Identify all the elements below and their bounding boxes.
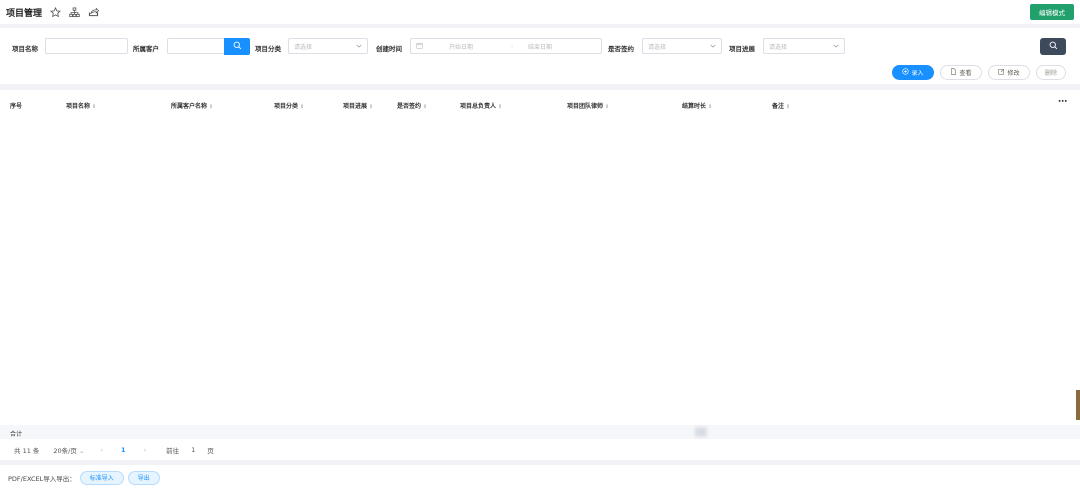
share-icon[interactable] xyxy=(88,6,100,18)
chevron-down-icon xyxy=(833,43,839,49)
col-header[interactable]: 所属客户名称 ⇕ xyxy=(171,101,213,110)
progress-label: 项目进展 xyxy=(729,45,755,53)
import-export-label: PDF/EXCEL导入导出： xyxy=(8,474,76,483)
document-icon xyxy=(950,68,957,77)
created-time-label: 创建时间 xyxy=(376,45,402,53)
view-button[interactable]: 查看 xyxy=(940,65,982,80)
progress-placeholder: 请选择 xyxy=(769,43,788,51)
signed-label: 是否签约 xyxy=(608,45,634,53)
view-label: 查看 xyxy=(959,70,972,77)
delete-button[interactable]: 删除 xyxy=(1036,65,1066,80)
filter-panel: 项目名称 所属客户 项目分类 请选择 创建时间 开始日期 - 结束日期 是否签约… xyxy=(0,28,1080,84)
project-name-input[interactable] xyxy=(45,38,128,54)
page-suffix: 页 xyxy=(207,447,214,455)
add-button[interactable]: 录入 xyxy=(892,65,934,80)
col-header[interactable]: 项目进展 ⇕ xyxy=(343,101,373,110)
prev-page-button[interactable]: ‹ xyxy=(100,446,103,454)
date-separator: - xyxy=(511,42,514,50)
col-header[interactable]: 备注 ⇕ xyxy=(772,101,790,110)
end-date-placeholder: 结束日期 xyxy=(528,43,553,51)
col-header[interactable]: 是否签约 ⇕ xyxy=(397,101,427,110)
scroll-handle[interactable] xyxy=(1076,390,1080,420)
summary-label: 合计 xyxy=(10,431,23,438)
start-date-placeholder: 开始日期 xyxy=(449,43,474,51)
project-name-label: 项目名称 xyxy=(12,45,38,53)
col-header[interactable]: 项目团队律师 ⇕ xyxy=(567,101,609,110)
signed-select[interactable]: 请选择 xyxy=(642,38,722,54)
progress-select[interactable]: 请选择 xyxy=(763,38,845,54)
search-icon xyxy=(233,41,242,52)
signed-placeholder: 请选择 xyxy=(648,43,667,51)
date-range-input[interactable]: 开始日期 - 结束日期 xyxy=(410,38,602,54)
pagination: 共 11 条 20条/页 ⌄ ‹ 1 › 前往 1 页 xyxy=(0,440,1080,460)
plus-circle-icon xyxy=(902,68,910,77)
total-count: 共 11 条 xyxy=(14,447,40,455)
chevron-down-icon: ⌄ xyxy=(78,447,85,455)
client-label: 所属客户 xyxy=(133,45,159,53)
col-header[interactable]: 项目分类 ⇕ xyxy=(274,101,304,110)
edit-label: 修改 xyxy=(1007,70,1020,77)
next-page-button[interactable]: › xyxy=(144,446,147,454)
category-select[interactable]: 请选择 xyxy=(288,38,368,54)
search-icon xyxy=(1049,41,1058,52)
client-input[interactable] xyxy=(167,38,225,54)
page-number[interactable]: 1 xyxy=(121,446,126,454)
redacted-block xyxy=(695,427,707,437)
table-header: 序号 项目名称 ⇕ 所属客户名称 ⇕ 项目分类 ⇕ 项目进展 ⇕ 是否签约 ⇕ 项目总负责… xyxy=(0,97,1080,112)
org-chart-icon[interactable] xyxy=(69,7,80,18)
footer-bar: PDF/EXCEL导入导出： 标准导入 导出 xyxy=(0,465,1080,490)
goto-input[interactable]: 1 xyxy=(191,446,195,454)
page-size-select[interactable]: 20条/页 ⌄ xyxy=(53,445,84,455)
edit-button[interactable]: 修改 xyxy=(988,65,1030,80)
category-placeholder: 请选择 xyxy=(294,43,313,51)
category-label: 项目分类 xyxy=(255,45,281,53)
page-title: 项目管理 xyxy=(6,8,43,19)
project-table: 序号 项目名称 ⇕ 所属客户名称 ⇕ 项目分类 ⇕ 项目进展 ⇕ 是否签约 ⇕ 项目总负责… xyxy=(0,90,1080,460)
chevron-down-icon xyxy=(356,43,362,49)
top-bar: 项目管理 编辑模式 xyxy=(0,0,1080,24)
export-button[interactable]: 导出 xyxy=(127,470,160,485)
edit-icon xyxy=(998,68,1005,77)
col-header: 序号 xyxy=(10,103,23,110)
standard-import-button[interactable]: 标准导入 xyxy=(79,470,124,485)
col-header[interactable]: 项目总负责人 ⇕ xyxy=(460,101,502,110)
more-icon[interactable]: ⋯ xyxy=(1058,97,1067,107)
search-button[interactable] xyxy=(1040,38,1066,55)
col-header[interactable]: 结算时长 ⇕ xyxy=(682,101,712,110)
edit-mode-button[interactable]: 编辑模式 xyxy=(1030,4,1074,20)
summary-row: 合计 xyxy=(0,425,1080,439)
chevron-down-icon xyxy=(710,43,716,49)
client-search-button[interactable] xyxy=(224,38,250,55)
star-icon[interactable] xyxy=(50,6,61,18)
col-header[interactable]: 项目名称 ⇕ xyxy=(66,101,96,110)
add-label: 录入 xyxy=(911,70,924,77)
delete-label: 删除 xyxy=(1044,70,1057,77)
goto-label: 前往 xyxy=(166,447,180,455)
calendar-icon xyxy=(416,42,423,51)
